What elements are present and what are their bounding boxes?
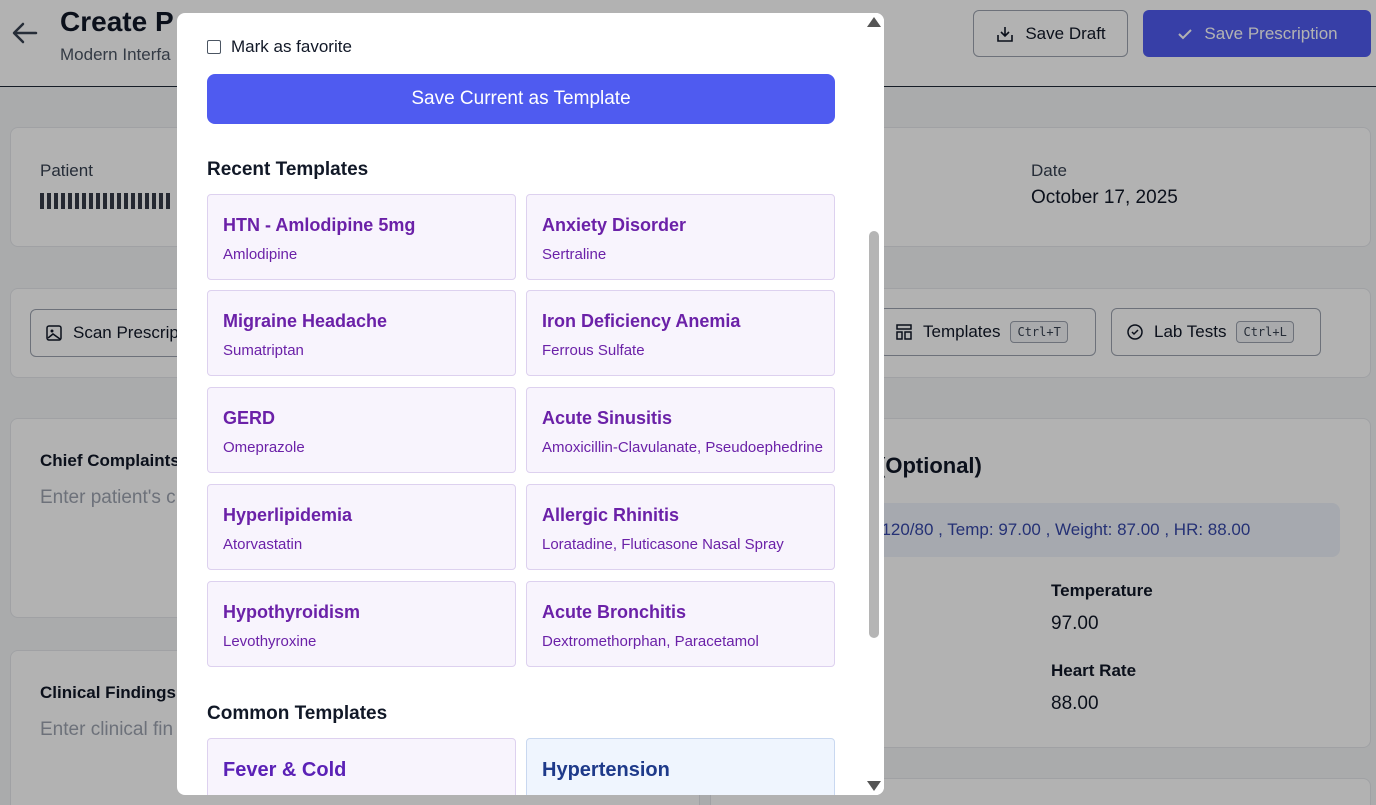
- template-card-fever-cold[interactable]: Fever & Cold: [207, 738, 516, 795]
- template-card-hypertension[interactable]: Hypertension: [526, 738, 835, 795]
- mark-favorite-row[interactable]: Mark as favorite: [207, 37, 352, 57]
- template-name: HTN - Amlodipine 5mg: [223, 215, 416, 235]
- template-name: Hypothyroidism: [223, 602, 361, 622]
- template-name: Acute Sinusitis: [542, 408, 673, 428]
- template-card-allergic-rhinitis[interactable]: Allergic Rhinitis Loratadine, Fluticason…: [526, 484, 835, 570]
- template-name: Hypertension: [542, 759, 670, 781]
- template-meds: Dextromethorphan, Paracetamol: [542, 633, 759, 650]
- scroll-up-arrow-icon[interactable]: [867, 17, 881, 27]
- template-meds: Atorvastatin: [223, 536, 303, 553]
- template-meds: Sumatriptan: [223, 342, 304, 359]
- template-name: Iron Deficiency Anemia: [542, 311, 741, 331]
- template-meds: Sertraline: [542, 246, 607, 263]
- template-meds: Omeprazole: [223, 439, 305, 456]
- template-card-gerd[interactable]: GERD Omeprazole: [207, 387, 516, 473]
- favorite-label: Mark as favorite: [231, 37, 352, 56]
- save-current-as-template-button[interactable]: Save Current as Template: [207, 74, 835, 124]
- template-meds: Levothyroxine: [223, 633, 317, 650]
- template-card-hyperlipidemia[interactable]: Hyperlipidemia Atorvastatin: [207, 484, 516, 570]
- template-card-acute-bronchitis[interactable]: Acute Bronchitis Dextromethorphan, Parac…: [526, 581, 835, 667]
- template-card-acute-sinusitis[interactable]: Acute Sinusitis Amoxicillin-Clavulanate,…: [526, 387, 835, 473]
- template-name: Hyperlipidemia: [223, 505, 353, 525]
- template-card-iron-deficiency[interactable]: Iron Deficiency Anemia Ferrous Sulfate: [526, 290, 835, 376]
- template-name: Acute Bronchitis: [542, 602, 687, 622]
- common-templates-heading: Common Templates: [207, 703, 388, 724]
- template-meds: Ferrous Sulfate: [542, 342, 645, 359]
- template-name: GERD: [223, 408, 276, 428]
- template-name: Allergic Rhinitis: [542, 505, 680, 525]
- scrollbar-thumb[interactable]: [869, 231, 879, 638]
- templates-modal: Mark as favorite Save Current as Templat…: [177, 13, 884, 795]
- template-card-htn[interactable]: HTN - Amlodipine 5mg Amlodipine: [207, 194, 516, 280]
- template-card-anxiety[interactable]: Anxiety Disorder Sertraline: [526, 194, 835, 280]
- favorite-checkbox[interactable]: [207, 40, 221, 54]
- recent-templates-heading: Recent Templates: [207, 159, 369, 180]
- template-meds: Amoxicillin-Clavulanate, Pseudoephedrine: [542, 439, 823, 456]
- scroll-down-arrow-icon[interactable]: [867, 781, 881, 791]
- template-name: Migraine Headache: [223, 311, 388, 331]
- save-template-label: Save Current as Template: [411, 88, 631, 109]
- template-card-migraine[interactable]: Migraine Headache Sumatriptan: [207, 290, 516, 376]
- template-meds: Loratadine, Fluticasone Nasal Spray: [542, 536, 784, 553]
- template-name: Anxiety Disorder: [542, 215, 687, 235]
- template-name: Fever & Cold: [223, 759, 347, 781]
- template-card-hypothyroidism[interactable]: Hypothyroidism Levothyroxine: [207, 581, 516, 667]
- template-meds: Amlodipine: [223, 246, 298, 263]
